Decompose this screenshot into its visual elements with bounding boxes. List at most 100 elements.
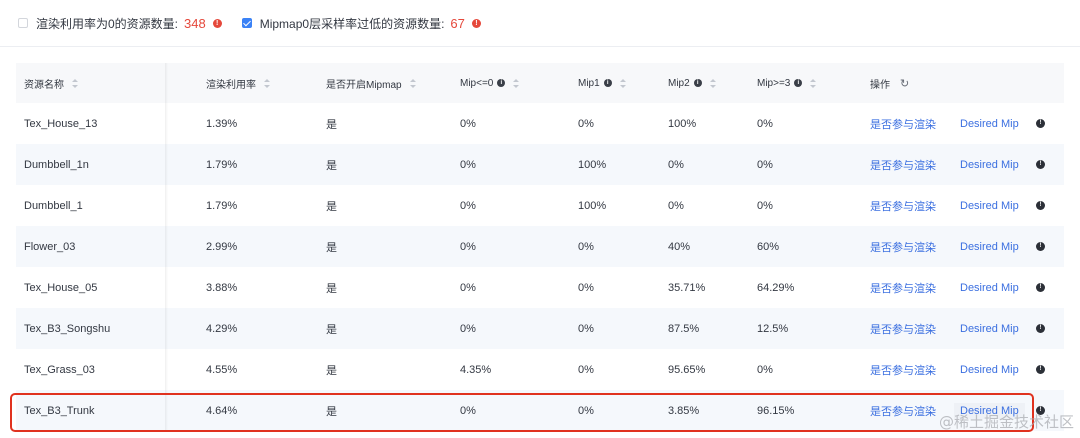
cell-mip0: 0% bbox=[460, 404, 476, 417]
fixed-column-shadow bbox=[165, 226, 168, 267]
low-mip0-count: 67 bbox=[450, 15, 465, 31]
info-icon[interactable]: i bbox=[497, 79, 506, 87]
desired-mip-link[interactable]: Desired Mip bbox=[960, 159, 1019, 171]
info-icon[interactable]: ! bbox=[1036, 242, 1045, 251]
low-mip0-label: Mipmap0层采样率过低的资源数量: bbox=[259, 16, 445, 31]
col-header-mip2[interactable]: Mip2 i bbox=[668, 63, 716, 103]
fixed-column-shadow bbox=[165, 349, 168, 390]
zero-usage-label: 渲染利用率为0的资源数量: bbox=[36, 16, 179, 31]
cell-mip1: 0% bbox=[578, 404, 594, 417]
cell-mipmap: 是 bbox=[326, 323, 337, 336]
info-icon[interactable]: i bbox=[603, 79, 612, 87]
render-toggle-link[interactable]: 是否参与渲染 bbox=[870, 321, 936, 337]
info-icon[interactable]: ! bbox=[1036, 365, 1045, 374]
render-toggle-link[interactable]: 是否参与渲染 bbox=[870, 198, 936, 214]
desired-mip-link[interactable]: Desired Mip bbox=[960, 323, 1019, 335]
cell-rate: 4.64% bbox=[206, 404, 238, 417]
info-icon[interactable]: i bbox=[693, 79, 702, 87]
col-header-mipmap[interactable]: 是否开启Mipmap bbox=[326, 63, 416, 103]
sort-icon[interactable] bbox=[409, 78, 416, 88]
cell-mip1: 0% bbox=[578, 322, 594, 335]
warning-icon: ! bbox=[471, 18, 481, 28]
cell-name: Flower_03 bbox=[24, 240, 76, 253]
info-icon[interactable]: ! bbox=[1036, 283, 1045, 292]
cell-rate: 1.39% bbox=[206, 117, 238, 130]
sort-icon[interactable] bbox=[264, 78, 270, 88]
sort-icon[interactable] bbox=[619, 78, 626, 88]
cell-mipmap: 是 bbox=[326, 282, 337, 295]
cell-name: Dumbbell_1 bbox=[24, 199, 83, 212]
render-toggle-link[interactable]: 是否参与渲染 bbox=[870, 280, 936, 296]
cell-mipmap: 是 bbox=[326, 241, 337, 254]
desired-mip-link[interactable]: Desired Mip bbox=[960, 364, 1019, 376]
cell-mip0: 4.35% bbox=[460, 363, 492, 376]
cell-mip3: 64.29% bbox=[757, 281, 795, 294]
col-header-mip3[interactable]: Mip>=3 i bbox=[757, 63, 817, 103]
desired-mip-link[interactable]: Desired Mip bbox=[960, 200, 1019, 212]
cell-mip0: 0% bbox=[460, 199, 476, 212]
cell-mip0: 0% bbox=[460, 322, 476, 335]
filter-zero-usage[interactable]: 渲染利用率为0的资源数量: 348 ! bbox=[18, 15, 222, 32]
info-icon[interactable]: ! bbox=[1036, 119, 1045, 128]
sort-icon[interactable] bbox=[513, 78, 520, 88]
cell-mip1: 100% bbox=[578, 199, 607, 212]
table-row: Tex_House_05 3.88% 是 0% 0% 35.71% 64.29% 是否参与渲染… bbox=[16, 267, 1064, 308]
table-row: Tex_Grass_03 4.55% 是 4.35% 0% 95.65% 0% 是否参与渲染 D… bbox=[16, 349, 1064, 390]
info-icon[interactable]: ! bbox=[1036, 160, 1045, 169]
col-header-mip1[interactable]: Mip1 i bbox=[578, 63, 626, 103]
info-icon[interactable]: ! bbox=[1036, 201, 1045, 210]
fixed-column-shadow bbox=[165, 308, 168, 349]
desired-mip-link[interactable]: Desired Mip bbox=[960, 118, 1019, 130]
cell-name: Dumbbell_1n bbox=[24, 158, 89, 171]
fixed-column-shadow bbox=[165, 103, 168, 144]
render-toggle-link[interactable]: 是否参与渲染 bbox=[870, 362, 936, 378]
render-toggle-link[interactable]: 是否参与渲染 bbox=[870, 403, 936, 419]
low-mip0-checkbox[interactable] bbox=[241, 18, 252, 28]
render-toggle-link[interactable]: 是否参与渲染 bbox=[870, 239, 936, 255]
table-row: Tex_House_13 1.39% 是 0% 0% 100% 0% 是否参与渲染 Desire… bbox=[16, 103, 1064, 144]
fixed-column-shadow bbox=[165, 144, 168, 185]
cell-mipmap: 是 bbox=[326, 364, 337, 377]
cell-mip2: 0% bbox=[668, 158, 684, 171]
cell-mipmap: 是 bbox=[326, 405, 337, 418]
col-header-mip0[interactable]: Mip<=0 i bbox=[460, 63, 520, 103]
cell-mip3: 12.5% bbox=[757, 322, 789, 335]
cell-mip3: 0% bbox=[757, 117, 773, 130]
cell-mipmap: 是 bbox=[326, 200, 337, 213]
cell-mip3: 60% bbox=[757, 240, 780, 253]
render-toggle-link[interactable]: 是否参与渲染 bbox=[870, 157, 936, 173]
cell-mip2: 40% bbox=[668, 240, 691, 253]
filter-bar: 渲染利用率为0的资源数量: 348 ! Mipmap0层采样率过低的资源数量: … bbox=[0, 0, 1080, 47]
cell-name: Tex_B3_Trunk bbox=[24, 404, 95, 417]
cell-rate: 1.79% bbox=[206, 199, 238, 212]
cell-mip2: 100% bbox=[668, 117, 697, 130]
resource-table: 资源名称 渲染利用率 是否开启Mipmap Mip<=0 i Mip1 i Mi… bbox=[16, 63, 1064, 431]
cell-mip2: 35.71% bbox=[668, 281, 706, 294]
cell-mip0: 0% bbox=[460, 240, 476, 253]
col-header-name[interactable]: 资源名称 bbox=[24, 63, 78, 103]
cell-mip0: 0% bbox=[460, 117, 476, 130]
cell-mip2: 95.65% bbox=[668, 363, 706, 376]
cell-name: Tex_B3_Songshu bbox=[24, 322, 111, 335]
fixed-column-shadow bbox=[165, 185, 168, 226]
table-row: Flower_03 2.99% 是 0% 0% 40% 60% 是否参与渲染 Desired M… bbox=[16, 226, 1064, 267]
refresh-icon[interactable]: ↻ bbox=[900, 77, 909, 90]
zero-usage-checkbox[interactable] bbox=[18, 18, 28, 28]
sort-icon[interactable] bbox=[810, 78, 817, 88]
cell-name: Tex_House_05 bbox=[24, 281, 98, 294]
desired-mip-link[interactable]: Desired Mip bbox=[960, 282, 1019, 294]
cell-mip2: 3.85% bbox=[668, 404, 700, 417]
cell-rate: 2.99% bbox=[206, 240, 238, 253]
desired-mip-link[interactable]: Desired Mip bbox=[960, 241, 1019, 253]
sort-icon[interactable] bbox=[709, 78, 716, 88]
filter-low-mip0[interactable]: Mipmap0层采样率过低的资源数量: 67 ! bbox=[241, 15, 481, 32]
render-toggle-link[interactable]: 是否参与渲染 bbox=[870, 116, 936, 132]
info-icon[interactable]: i bbox=[794, 79, 803, 87]
cell-mip3: 96.15% bbox=[757, 404, 795, 417]
cell-mipmap: 是 bbox=[326, 118, 337, 131]
cell-mip1: 0% bbox=[578, 117, 594, 130]
sort-icon[interactable] bbox=[72, 78, 78, 88]
info-icon[interactable]: ! bbox=[1036, 324, 1045, 333]
col-header-rate[interactable]: 渲染利用率 bbox=[206, 63, 270, 103]
watermark: @稀土掘金技术社区 bbox=[938, 413, 1074, 431]
